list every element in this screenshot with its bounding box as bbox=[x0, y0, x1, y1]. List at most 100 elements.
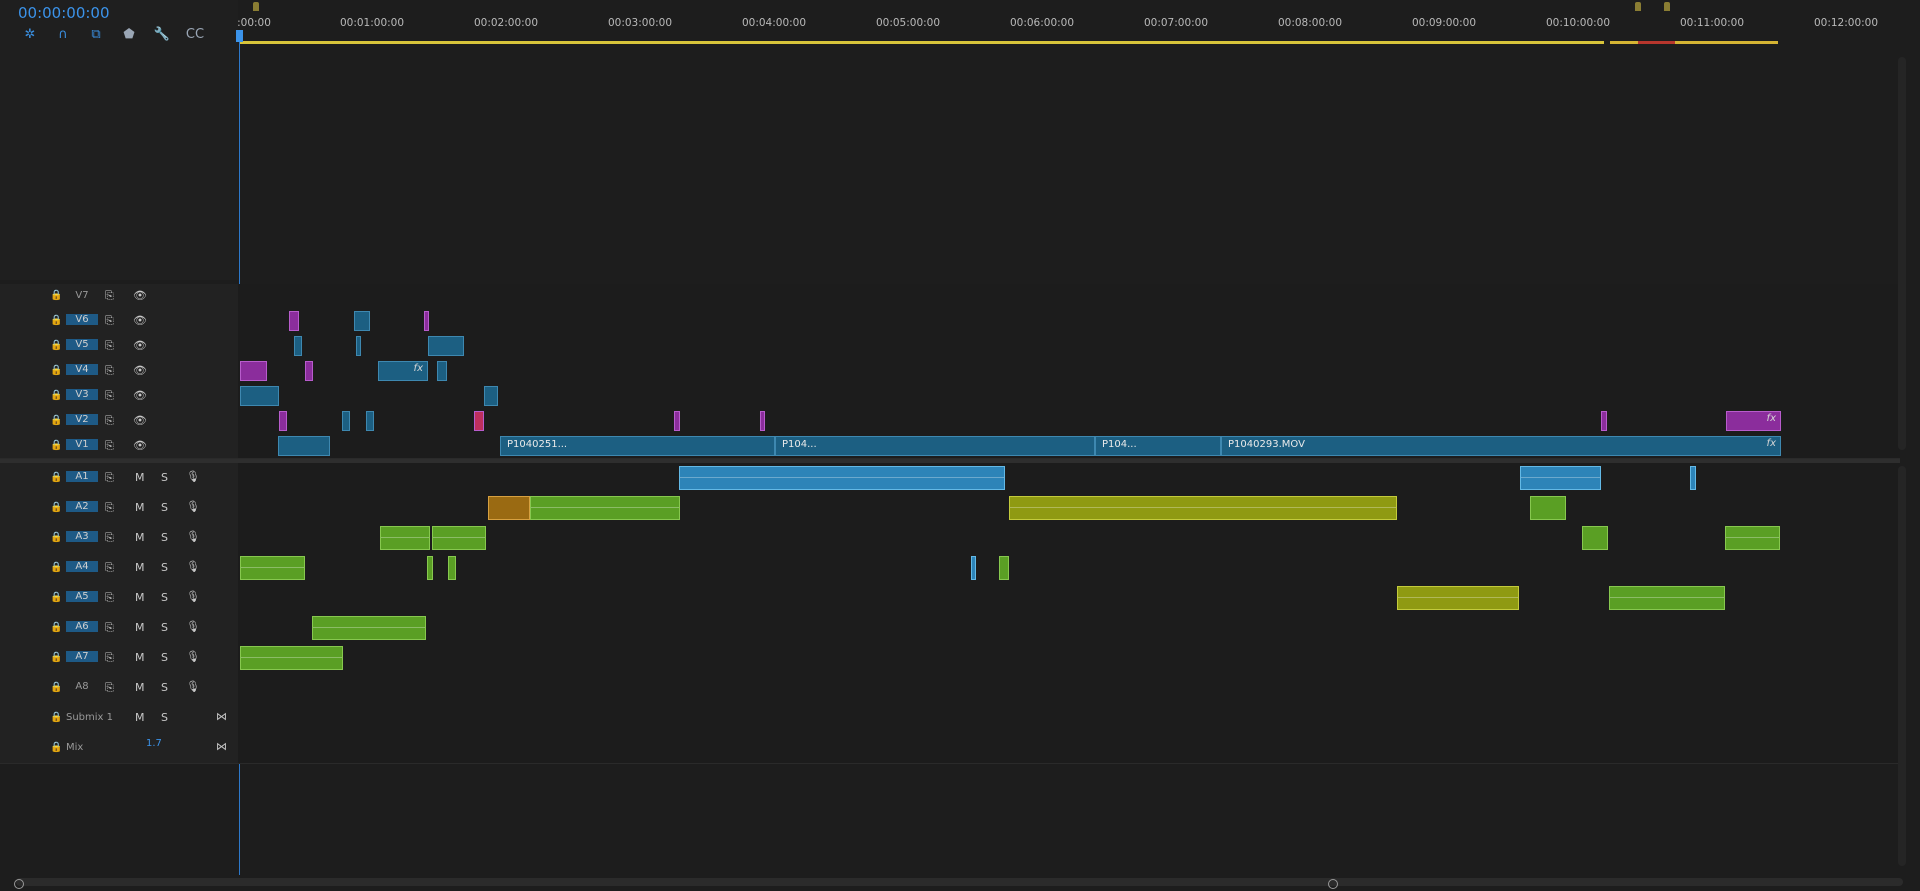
track-name[interactable]: V5 bbox=[66, 339, 98, 350]
microphone-icon[interactable]: 🎙 bbox=[186, 590, 200, 603]
timecode-display[interactable]: 00:00:00:00 bbox=[18, 4, 110, 22]
track-name[interactable]: A8 bbox=[66, 681, 98, 692]
sync-lock-icon[interactable]: ⎘ bbox=[105, 414, 114, 428]
sync-lock-icon[interactable]: ⎘ bbox=[105, 314, 114, 328]
track-name[interactable]: V1 bbox=[66, 439, 98, 450]
microphone-icon[interactable]: 🎙 bbox=[186, 560, 200, 573]
lock-icon[interactable]: 🔒 bbox=[50, 652, 62, 663]
clip[interactable] bbox=[380, 526, 430, 550]
eye-icon[interactable]: 👁 bbox=[133, 339, 147, 352]
microphone-icon[interactable]: 🎙 bbox=[186, 620, 200, 633]
time-ruler[interactable]: :00:00 00:01:00:00 00:02:00:00 00:03:00:… bbox=[237, 0, 1900, 48]
clip[interactable] bbox=[530, 496, 680, 520]
clip[interactable] bbox=[1609, 586, 1725, 610]
microphone-icon[interactable]: 🎙 bbox=[186, 650, 200, 663]
lock-icon[interactable]: 🔒 bbox=[50, 340, 62, 351]
eye-icon[interactable]: 👁 bbox=[133, 289, 147, 302]
track-name[interactable]: V6 bbox=[66, 314, 98, 325]
mute-button[interactable]: M bbox=[135, 591, 145, 604]
clip[interactable] bbox=[427, 556, 433, 580]
microphone-icon[interactable]: 🎙 bbox=[186, 500, 200, 513]
solo-button[interactable]: S bbox=[161, 621, 168, 634]
clip[interactable] bbox=[240, 386, 279, 406]
track-name[interactable]: V3 bbox=[66, 389, 98, 400]
track-name[interactable]: A7 bbox=[66, 651, 98, 662]
lock-icon[interactable]: 🔒 bbox=[50, 592, 62, 603]
audio-vertical-scrollbar[interactable] bbox=[1898, 466, 1906, 866]
lock-icon[interactable]: 🔒 bbox=[50, 390, 62, 401]
clip[interactable] bbox=[1690, 466, 1696, 490]
clip[interactable] bbox=[356, 336, 361, 356]
work-area-bar[interactable] bbox=[240, 41, 1604, 44]
clip[interactable]: P104... bbox=[1095, 436, 1221, 456]
clip[interactable]: P1040293.MOV fx bbox=[1221, 436, 1781, 456]
track-name[interactable]: A2 bbox=[66, 501, 98, 512]
eye-icon[interactable]: 👁 bbox=[133, 314, 147, 327]
eye-icon[interactable]: 👁 bbox=[133, 414, 147, 427]
track-lane[interactable] bbox=[238, 733, 1900, 763]
clip[interactable]: fx bbox=[378, 361, 428, 381]
track-name[interactable]: V4 bbox=[66, 364, 98, 375]
track-lane[interactable] bbox=[238, 308, 1900, 333]
clip[interactable] bbox=[999, 556, 1009, 580]
eye-icon[interactable]: 👁 bbox=[133, 389, 147, 402]
sync-lock-icon[interactable]: ⎘ bbox=[105, 364, 114, 378]
sync-lock-icon[interactable]: ⎘ bbox=[105, 621, 114, 635]
track-lane[interactable] bbox=[238, 383, 1900, 408]
microphone-icon[interactable]: 🎙 bbox=[186, 530, 200, 543]
track-lane[interactable] bbox=[238, 284, 1900, 308]
track-lane[interactable] bbox=[238, 553, 1900, 583]
track-lane[interactable] bbox=[238, 703, 1900, 733]
clip[interactable] bbox=[240, 556, 305, 580]
clip[interactable] bbox=[971, 556, 976, 580]
lock-icon[interactable]: 🔒 bbox=[50, 472, 62, 483]
sync-lock-icon[interactable]: ⎘ bbox=[105, 289, 114, 303]
wrench-icon[interactable]: 🔧 bbox=[150, 26, 174, 42]
clip[interactable]: P1040251... bbox=[500, 436, 775, 456]
clip[interactable] bbox=[448, 556, 456, 580]
lock-icon[interactable]: 🔒 bbox=[50, 682, 62, 693]
snap-icon[interactable]: ∩ bbox=[51, 26, 75, 42]
mute-button[interactable]: M bbox=[135, 471, 145, 484]
mute-button[interactable]: M bbox=[135, 561, 145, 574]
lock-icon[interactable]: 🔒 bbox=[50, 315, 62, 326]
solo-button[interactable]: S bbox=[161, 501, 168, 514]
track-lane[interactable]: fx bbox=[238, 408, 1900, 433]
sync-lock-icon[interactable]: ⎘ bbox=[105, 389, 114, 403]
marker[interactable] bbox=[1635, 2, 1641, 11]
clip[interactable] bbox=[1725, 526, 1780, 550]
lock-icon[interactable]: 🔒 bbox=[50, 415, 62, 426]
zoom-handle-right[interactable] bbox=[1328, 879, 1338, 889]
microphone-icon[interactable]: 🎙 bbox=[186, 680, 200, 693]
solo-button[interactable]: S bbox=[161, 561, 168, 574]
clip[interactable] bbox=[1009, 496, 1397, 520]
playhead[interactable] bbox=[236, 30, 243, 42]
solo-button[interactable]: S bbox=[161, 681, 168, 694]
sync-lock-icon[interactable]: ⎘ bbox=[105, 471, 114, 485]
track-name[interactable]: V7 bbox=[66, 290, 98, 301]
lock-icon[interactable]: 🔒 bbox=[50, 532, 62, 543]
ripple-icon[interactable]: ✲ bbox=[18, 26, 42, 42]
clip[interactable] bbox=[289, 311, 299, 331]
track-name[interactable]: A5 bbox=[66, 591, 98, 602]
marker[interactable] bbox=[253, 2, 259, 11]
clip[interactable] bbox=[240, 646, 343, 670]
lock-icon[interactable]: 🔒 bbox=[50, 365, 62, 376]
eye-icon[interactable]: 👁 bbox=[133, 364, 147, 377]
track-lane[interactable] bbox=[238, 463, 1900, 493]
lock-icon[interactable]: 🔒 bbox=[50, 712, 62, 723]
horizontal-scrollbar[interactable] bbox=[16, 878, 1903, 886]
clip[interactable] bbox=[240, 361, 267, 381]
mute-button[interactable]: M bbox=[135, 711, 145, 724]
marker-icon[interactable]: ⬟ bbox=[117, 26, 141, 42]
solo-button[interactable]: S bbox=[161, 471, 168, 484]
clip[interactable] bbox=[428, 336, 464, 356]
clip[interactable] bbox=[679, 466, 1005, 490]
clip[interactable] bbox=[366, 411, 374, 431]
mute-button[interactable]: M bbox=[135, 621, 145, 634]
clip[interactable] bbox=[312, 616, 426, 640]
lock-icon[interactable]: 🔒 bbox=[50, 440, 62, 451]
solo-button[interactable]: S bbox=[161, 711, 168, 724]
sync-lock-icon[interactable]: ⎘ bbox=[105, 681, 114, 695]
lock-icon[interactable]: 🔒 bbox=[50, 290, 62, 301]
